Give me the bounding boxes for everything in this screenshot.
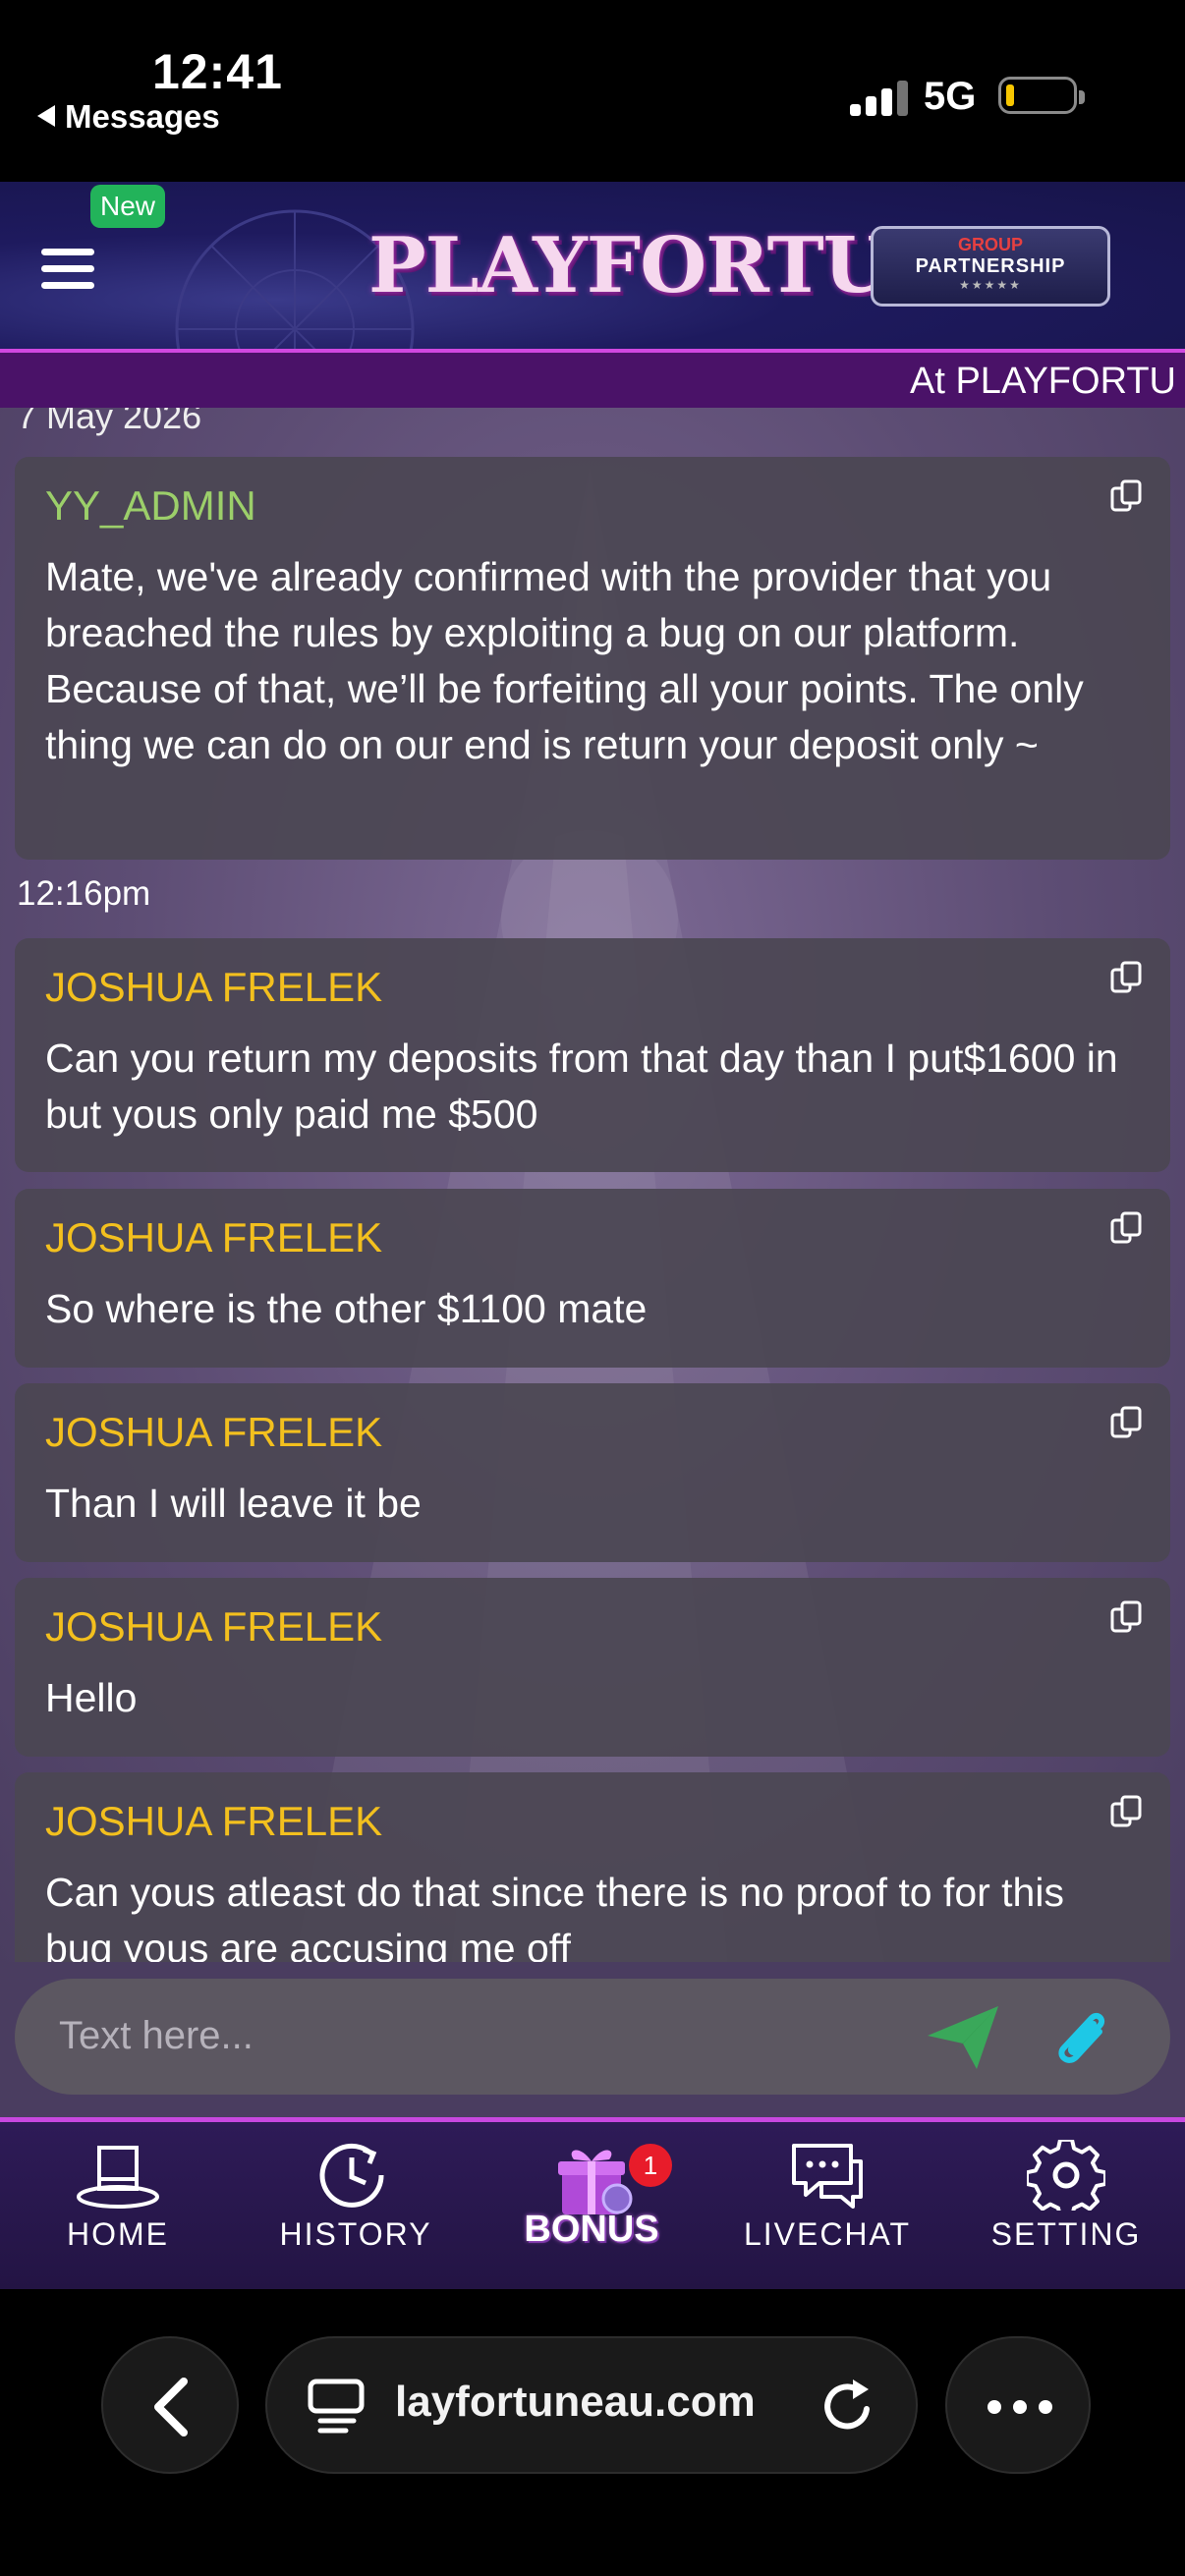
reload-icon[interactable] [818,2376,878,2438]
partnership-group: GROUP [957,235,1023,254]
address-bar[interactable]: layfortuneau.com [265,2336,918,2474]
nav-setting[interactable]: SETTING [968,2140,1164,2253]
copy-icon[interactable] [1109,1405,1145,1440]
browser-toolbar: layfortuneau.com [0,2289,1185,2576]
back-triangle-icon [37,105,55,127]
browser-back-button[interactable] [101,2336,239,2474]
network-type: 5G [924,75,977,118]
chat-message: YY_ADMIN Mate, we've already confirmed w… [15,457,1170,860]
chat-message: JOSHUA FRELEK So where is the other $110… [15,1189,1170,1368]
history-clock-icon [319,2143,384,2208]
new-badge: New [90,185,166,228]
copy-icon[interactable] [1109,960,1145,995]
chat-area[interactable]: 7 May 2026 YY_ADMIN Mate, we've already … [0,408,1185,1962]
status-time: 12:41 [152,44,283,99]
send-icon[interactable] [924,2002,1002,2073]
marquee-text: At PLAYFORTU [910,361,1176,402]
gift-box-icon [558,2150,633,2214]
menu-icon[interactable] [41,249,94,290]
back-app-label: Messages [65,98,220,135]
status-bar: 12:41 Messages 5G [0,0,1185,182]
message-text: Mate, we've already confirmed with the p… [45,554,1084,767]
chat-message: JOSHUA FRELEK Hello [15,1578,1170,1757]
chat-message: JOSHUA FRELEK Can you return my deposits… [15,938,1170,1172]
copy-icon[interactable] [1109,478,1145,514]
nav-livechat-label: LIVECHAT [743,2216,912,2252]
message-sender: JOSHUA FRELEK [45,1603,383,1650]
message-sender: YY_ADMIN [45,482,256,529]
message-sender: JOSHUA FRELEK [45,1798,383,1844]
paperclip-icon[interactable] [1048,2002,1115,2071]
tab-overview-icon [308,2379,365,2434]
bonus-notification-badge: 1 [629,2144,672,2187]
gear-icon [1027,2140,1105,2211]
message-sender: JOSHUA FRELEK [45,964,383,1010]
chevron-left-icon [154,2378,188,2436]
message-text: Than I will leave it be [45,1481,422,1526]
signal-icon [850,79,909,116]
bottom-nav: HOME HISTORY BONUS 1 LIVECHAT SETTING [0,2117,1185,2289]
url-text: layfortuneau.com [395,2378,756,2426]
message-text: Can you return my deposits from that day… [45,1036,1118,1137]
nav-history-label: HISTORY [279,2216,432,2252]
stars-decoration: ★★★★★ [959,278,1022,292]
nav-home-label: HOME [67,2216,169,2252]
more-dots-icon [988,2400,1052,2414]
chat-message: JOSHUA FRELEK Than I will leave it be [15,1383,1170,1562]
message-text: Hello [45,1675,138,1720]
copy-icon[interactable] [1109,1794,1145,1829]
site-header: New PLAYFORTUNE GROUP PARTNERSHIP ★★★★★ [0,182,1185,351]
top-hat-icon [77,2146,159,2209]
time-separator: 12:16pm [17,874,151,913]
message-input[interactable]: Text here... [15,1979,1170,2095]
announcement-marquee: At PLAYFORTU [0,349,1185,408]
nav-home[interactable]: HOME [20,2140,216,2253]
copy-icon[interactable] [1109,1210,1145,1246]
message-sender: JOSHUA FRELEK [45,1409,383,1455]
date-separator: 7 May 2026 [17,408,202,436]
nav-history[interactable]: HISTORY [257,2140,454,2253]
message-input-placeholder: Text here... [59,2014,254,2057]
battery-icon [998,77,1085,114]
more-options-button[interactable] [945,2336,1091,2474]
chat-message: JOSHUA FRELEK Can yous atleast do that s… [15,1772,1170,1962]
nav-livechat[interactable]: LIVECHAT [729,2140,926,2253]
partnership-badge[interactable]: GROUP PARTNERSHIP ★★★★★ [871,226,1110,307]
copy-icon[interactable] [1109,1599,1145,1635]
partnership-label: PARTNERSHIP [915,255,1066,277]
message-text: Can yous atleast do that since there is … [45,1870,1064,1962]
message-sender: JOSHUA FRELEK [45,1214,383,1260]
message-text: So where is the other $1100 mate [45,1286,648,1331]
nav-bonus-label: BONUS [524,2209,659,2250]
chat-bubbles-icon [792,2144,863,2209]
nav-setting-label: SETTING [990,2216,1142,2252]
back-to-messages-link[interactable]: Messages [37,98,220,136]
